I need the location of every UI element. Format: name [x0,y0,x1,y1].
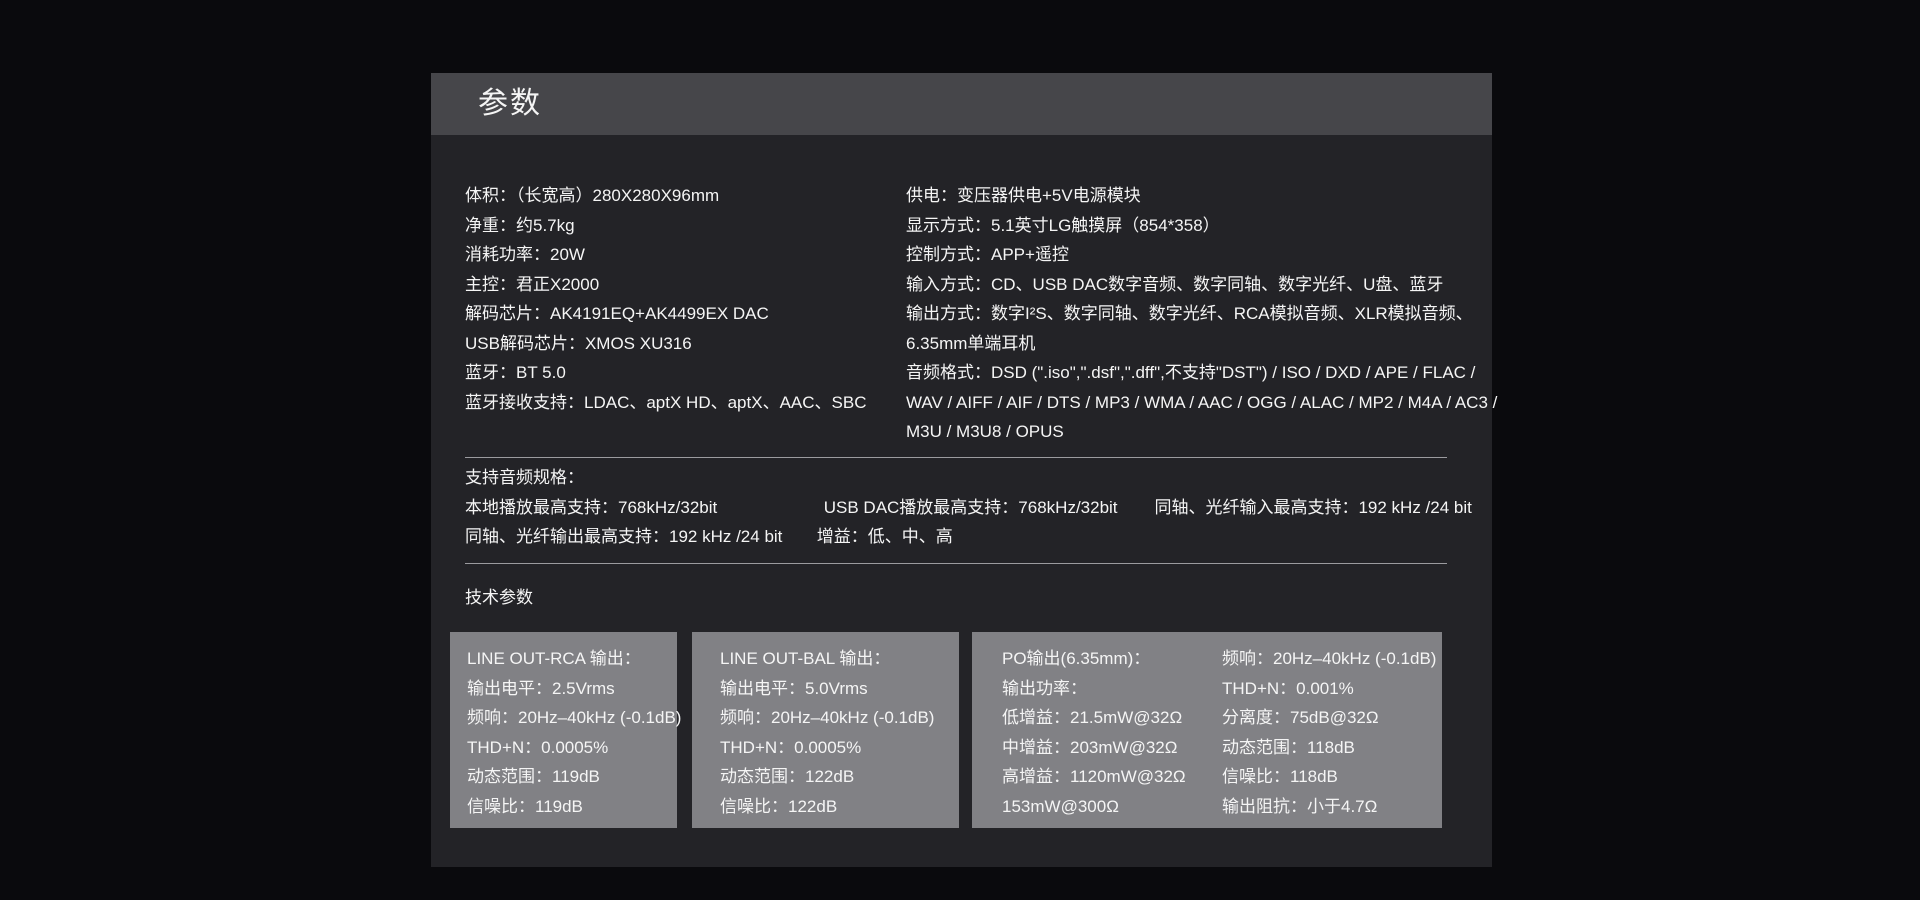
spec-column-right: 供电：变压器供电+5V电源模块 显示方式：5.1英寸LG触摸屏（854*358）… [906,181,1497,447]
section-divider [465,563,1447,564]
spec-line: 蓝牙：BT 5.0 [465,358,906,388]
card-line: 动态范围：122dB [720,762,959,792]
card-line-out-rca: LINE OUT-RCA 输出： 输出电平：2.5Vrms 频响：20Hz–40… [450,632,677,828]
spec-line: 音频格式：DSD (".iso",".dsf",".dff",不支持"DST")… [906,358,1497,388]
card-line: THD+N：0.0005% [720,733,959,763]
audio-spec-item: 增益：低、中、高 [817,522,953,552]
spec-line: M3U / M3U8 / OPUS [906,417,1497,447]
audio-spec-title: 支持音频规格： [465,463,1465,493]
spec-line: 蓝牙接收支持：LDAC、aptX HD、aptX、AAC、SBC [465,388,906,418]
card-line: 输出电平：2.5Vrms [467,674,677,704]
audio-spec-item: USB DAC播放最高支持：768kHz/32bit [824,493,1150,523]
page-title: 参数 [478,73,542,135]
spec-line: 体积：（长宽高）280X280X96mm [465,181,906,211]
card-line: 输出阻抗：小于4.7Ω [1222,792,1442,822]
audio-spec-item: 同轴、光纤输入最高支持：192 kHz /24 bit [1154,493,1471,523]
card-line: 信噪比：119dB [467,792,677,822]
audio-spec-item: 同轴、光纤输出最高支持：192 kHz /24 bit [465,522,812,552]
card-column-right: 频响：20Hz–40kHz (-0.1dB) THD+N：0.001% 分离度：… [1222,644,1442,828]
tech-params-title: 技术参数 [465,583,533,613]
panel-header: 参数 [431,73,1492,135]
card-line: 输出功率： [1002,674,1222,704]
audio-spec-section: 支持音频规格： 本地播放最高支持：768kHz/32bit USB DAC播放最… [465,463,1465,552]
card-line: 信噪比：122dB [720,792,959,822]
card-line: 频响：20Hz–40kHz (-0.1dB) [467,703,677,733]
spec-column-left: 体积：（长宽高）280X280X96mm 净重：约5.7kg 消耗功率：20W … [465,181,906,447]
card-line: 中增益：203mW@32Ω [1002,733,1222,763]
spec-line: 输入方式：CD、USB DAC数字音频、数字同轴、数字光纤、U盘、蓝牙 [906,270,1497,300]
spec-line: 控制方式：APP+遥控 [906,240,1497,270]
audio-spec-item: 本地播放最高支持：768kHz/32bit [465,493,819,523]
card-line: 频响：20Hz–40kHz (-0.1dB) [1222,644,1442,674]
card-line: 信噪比：118dB [1222,762,1442,792]
card-line: THD+N：0.0005% [467,733,677,763]
spec-line: 供电：变压器供电+5V电源模块 [906,181,1497,211]
card-line: 153mW@300Ω [1002,792,1222,822]
spec-panel: 参数 体积：（长宽高）280X280X96mm 净重：约5.7kg 消耗功率：2… [431,73,1492,867]
audio-spec-row: 同轴、光纤输出最高支持：192 kHz /24 bit 增益：低、中、高 [465,522,1465,552]
spec-line: USB解码芯片：XMOS XU316 [465,329,906,359]
card-line: 动态范围：119dB [467,762,677,792]
general-specs: 体积：（长宽高）280X280X96mm 净重：约5.7kg 消耗功率：20W … [465,181,1447,447]
spec-line: 净重：约5.7kg [465,211,906,241]
spec-line: WAV / AIFF / AIF / DTS / MP3 / WMA / AAC… [906,388,1497,418]
audio-spec-row: 本地播放最高支持：768kHz/32bit USB DAC播放最高支持：768k… [465,493,1465,523]
spec-line: 消耗功率：20W [465,240,906,270]
card-po-output: PO输出(6.35mm)： 输出功率： 低增益：21.5mW@32Ω 中增益：2… [972,632,1442,828]
spec-line: 6.35mm单端耳机 [906,329,1497,359]
card-title: LINE OUT-RCA 输出： [467,644,677,674]
spec-line: 主控：君正X2000 [465,270,906,300]
card-line: 高增益：1120mW@32Ω [1002,762,1222,792]
card-column-left: PO输出(6.35mm)： 输出功率： 低增益：21.5mW@32Ω 中增益：2… [1002,644,1222,828]
card-line: 输出电平：5.0Vrms [720,674,959,704]
card-line: 分离度：75dB@32Ω [1222,703,1442,733]
card-title: LINE OUT-BAL 输出： [720,644,959,674]
spec-line: 解码芯片：AK4191EQ+AK4499EX DAC [465,299,906,329]
card-line: THD+N：0.001% [1222,674,1442,704]
card-line: 低增益：21.5mW@32Ω [1002,703,1222,733]
spec-line: 显示方式：5.1英寸LG触摸屏（854*358） [906,211,1497,241]
card-line-out-bal: LINE OUT-BAL 输出： 输出电平：5.0Vrms 频响：20Hz–40… [692,632,959,828]
card-title: PO输出(6.35mm)： [1002,644,1222,674]
spec-line: 输出方式：数字I²S、数字同轴、数字光纤、RCA模拟音频、XLR模拟音频、 [906,299,1497,329]
tech-param-cards: LINE OUT-RCA 输出： 输出电平：2.5Vrms 频响：20Hz–40… [450,632,1442,828]
card-line: 频响：20Hz–40kHz (-0.1dB) [720,703,959,733]
card-line: 动态范围：118dB [1222,733,1442,763]
section-divider [465,457,1447,458]
